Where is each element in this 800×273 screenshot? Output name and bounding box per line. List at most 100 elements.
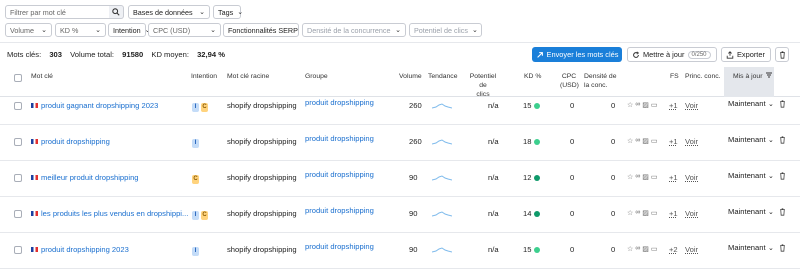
view-competitors-link[interactable]: Voir bbox=[685, 209, 698, 218]
chevron-down-icon: ⌄ bbox=[41, 27, 47, 34]
keyword-link[interactable]: produit gagnant dropshipping 2023 bbox=[31, 101, 158, 110]
cpc-filter-label: CPC (USD) bbox=[153, 25, 191, 35]
header-trend[interactable]: Tendance bbox=[428, 72, 457, 81]
click-potential-filter[interactable]: Potentiel de clics ⌄ bbox=[409, 23, 482, 37]
row-checkbox[interactable] bbox=[14, 246, 22, 254]
delete-button[interactable] bbox=[775, 47, 789, 62]
view-competitors-link[interactable]: Voir bbox=[685, 173, 698, 182]
root-keyword: shopify dropshipping bbox=[227, 209, 297, 218]
density-value: 0 bbox=[611, 137, 616, 146]
row-checkbox[interactable] bbox=[14, 138, 22, 146]
header-updated[interactable]: Mis à jour bbox=[733, 72, 773, 81]
density-value: 0 bbox=[611, 245, 616, 254]
density-filter-label: Densité de la concurrence bbox=[307, 25, 391, 35]
keyword-link[interactable]: meilleur produit dropshipping bbox=[31, 173, 139, 182]
density-filter[interactable]: Densité de la concurrence ⌄ bbox=[302, 23, 406, 37]
chevron-down-icon[interactable]: ⌄ bbox=[768, 172, 774, 180]
tags-dropdown[interactable]: Tags ⌄ bbox=[213, 5, 243, 19]
view-competitors-link[interactable]: Voir bbox=[685, 137, 698, 146]
intent-badges: IC bbox=[192, 101, 210, 112]
kd-value-cell: 15 bbox=[523, 245, 541, 254]
more-features-link[interactable]: +2 bbox=[669, 245, 678, 254]
group-link[interactable]: produit dropshipping bbox=[305, 170, 374, 179]
row-checkbox[interactable] bbox=[14, 102, 22, 110]
header-density[interactable]: Densité de la conc. bbox=[584, 72, 617, 90]
header-kd[interactable]: KD % bbox=[524, 72, 541, 81]
intention-filter-label: Intention bbox=[113, 25, 141, 35]
header-main-competitor[interactable]: Princ. conc. bbox=[685, 72, 721, 81]
cpc-value: 0 bbox=[570, 245, 575, 254]
star-icon: ☆ bbox=[627, 138, 634, 145]
header-volume[interactable]: Volume bbox=[399, 72, 422, 81]
view-competitors-link[interactable]: Voir bbox=[685, 101, 698, 110]
kd-value: 12 bbox=[523, 173, 532, 182]
intent-badge: I bbox=[192, 139, 199, 148]
click-potential-value: n/a bbox=[488, 245, 499, 254]
row-checkbox[interactable] bbox=[14, 210, 22, 218]
send-keywords-label: Envoyer les mots clés bbox=[546, 50, 619, 59]
kd-filter[interactable]: KD % ⌄ bbox=[55, 23, 106, 37]
updated-value: Maintenant bbox=[728, 243, 766, 252]
trend-sparkline bbox=[432, 247, 452, 253]
comment-icon: ▭ bbox=[650, 138, 658, 145]
trash-icon[interactable] bbox=[779, 172, 786, 180]
group-link[interactable]: produit dropshipping bbox=[305, 134, 374, 143]
volume-filter[interactable]: Volume ⌄ bbox=[5, 23, 52, 37]
group-link[interactable]: produit dropshipping bbox=[305, 98, 374, 107]
kd-indicator-dot bbox=[534, 139, 541, 145]
databases-dropdown[interactable]: Bases de données ⌄ bbox=[128, 5, 210, 19]
select-all-checkbox[interactable] bbox=[14, 74, 22, 82]
serp-features-filter[interactable]: Fonctionnalités SERP ⌄ bbox=[223, 23, 308, 37]
view-competitors-link[interactable]: Voir bbox=[685, 245, 698, 254]
star-icon: ☆ bbox=[627, 102, 634, 109]
trash-icon[interactable] bbox=[779, 136, 786, 144]
header-root-keyword[interactable]: Mot clé racine bbox=[227, 72, 269, 81]
search-input[interactable]: Filtrer par mot clé bbox=[5, 5, 110, 19]
header-serp-features[interactable]: FS bbox=[670, 72, 679, 81]
more-features-link[interactable]: +1 bbox=[669, 137, 678, 146]
serp-feature-icons: ☆ ∞ ▨ ▭ bbox=[627, 101, 658, 109]
avg-kd: 32,94 % bbox=[197, 50, 225, 59]
header-group[interactable]: Groupe bbox=[305, 72, 328, 81]
more-features-link[interactable]: +1 bbox=[669, 101, 678, 110]
header-keyword[interactable]: Mot clé bbox=[31, 72, 53, 81]
serp-feature-icons: ☆ ∞ ▨ ▭ bbox=[627, 209, 658, 217]
kd-value-cell: 15 bbox=[523, 101, 541, 110]
trash-icon[interactable] bbox=[779, 100, 786, 108]
chevron-down-icon: ⌄ bbox=[395, 27, 401, 34]
search-placeholder: Filtrer par mot clé bbox=[10, 7, 66, 17]
updated-value: Maintenant bbox=[728, 171, 766, 180]
chevron-down-icon[interactable]: ⌄ bbox=[768, 100, 774, 108]
more-features-link[interactable]: +1 bbox=[669, 173, 678, 182]
trash-icon[interactable] bbox=[779, 244, 786, 252]
table-row: produit dropshipping 2023 Ishopify dropsh… bbox=[0, 233, 800, 269]
image-icon: ▨ bbox=[642, 102, 649, 109]
export-button[interactable]: Exporter bbox=[721, 47, 771, 62]
header-intention[interactable]: Intention bbox=[191, 72, 217, 81]
serp-feature-icons: ☆ ∞ ▨ ▭ bbox=[627, 137, 658, 145]
keyword-link[interactable]: les produits les plus vendus en dropship… bbox=[31, 209, 188, 218]
root-keyword: shopify dropshipping bbox=[227, 101, 297, 110]
group-link[interactable]: produit dropshipping bbox=[305, 242, 374, 251]
chevron-down-icon[interactable]: ⌄ bbox=[768, 136, 774, 144]
volume-value: 260 bbox=[409, 101, 422, 110]
more-features-link[interactable]: +1 bbox=[669, 209, 678, 218]
chevron-down-icon[interactable]: ⌄ bbox=[768, 208, 774, 216]
send-keywords-button[interactable]: Envoyer les mots clés bbox=[532, 47, 622, 62]
row-checkbox[interactable] bbox=[14, 174, 22, 182]
update-button[interactable]: Mettre à jour 0/250 bbox=[627, 47, 717, 62]
avg-kd-label: KD moyen: bbox=[151, 50, 189, 59]
comment-icon: ▭ bbox=[650, 210, 658, 217]
group-link[interactable]: produit dropshipping bbox=[305, 206, 374, 215]
header-density-line1: Densité de bbox=[584, 73, 617, 80]
table-row: produit dropshipping Ishopify dropshippin… bbox=[0, 125, 800, 161]
cpc-filter[interactable]: CPC (USD) ⌄ bbox=[148, 23, 221, 37]
trash-icon[interactable] bbox=[779, 208, 786, 216]
search-button[interactable] bbox=[109, 5, 124, 19]
chevron-down-icon[interactable]: ⌄ bbox=[768, 244, 774, 252]
intention-filter[interactable]: Intention ⌄ bbox=[108, 23, 150, 37]
keyword-link[interactable]: produit dropshipping 2023 bbox=[31, 245, 129, 254]
header-cpc[interactable]: CPC (USD) bbox=[560, 72, 579, 90]
click-potential-value: n/a bbox=[488, 173, 499, 182]
keyword-link[interactable]: produit dropshipping bbox=[31, 137, 110, 146]
